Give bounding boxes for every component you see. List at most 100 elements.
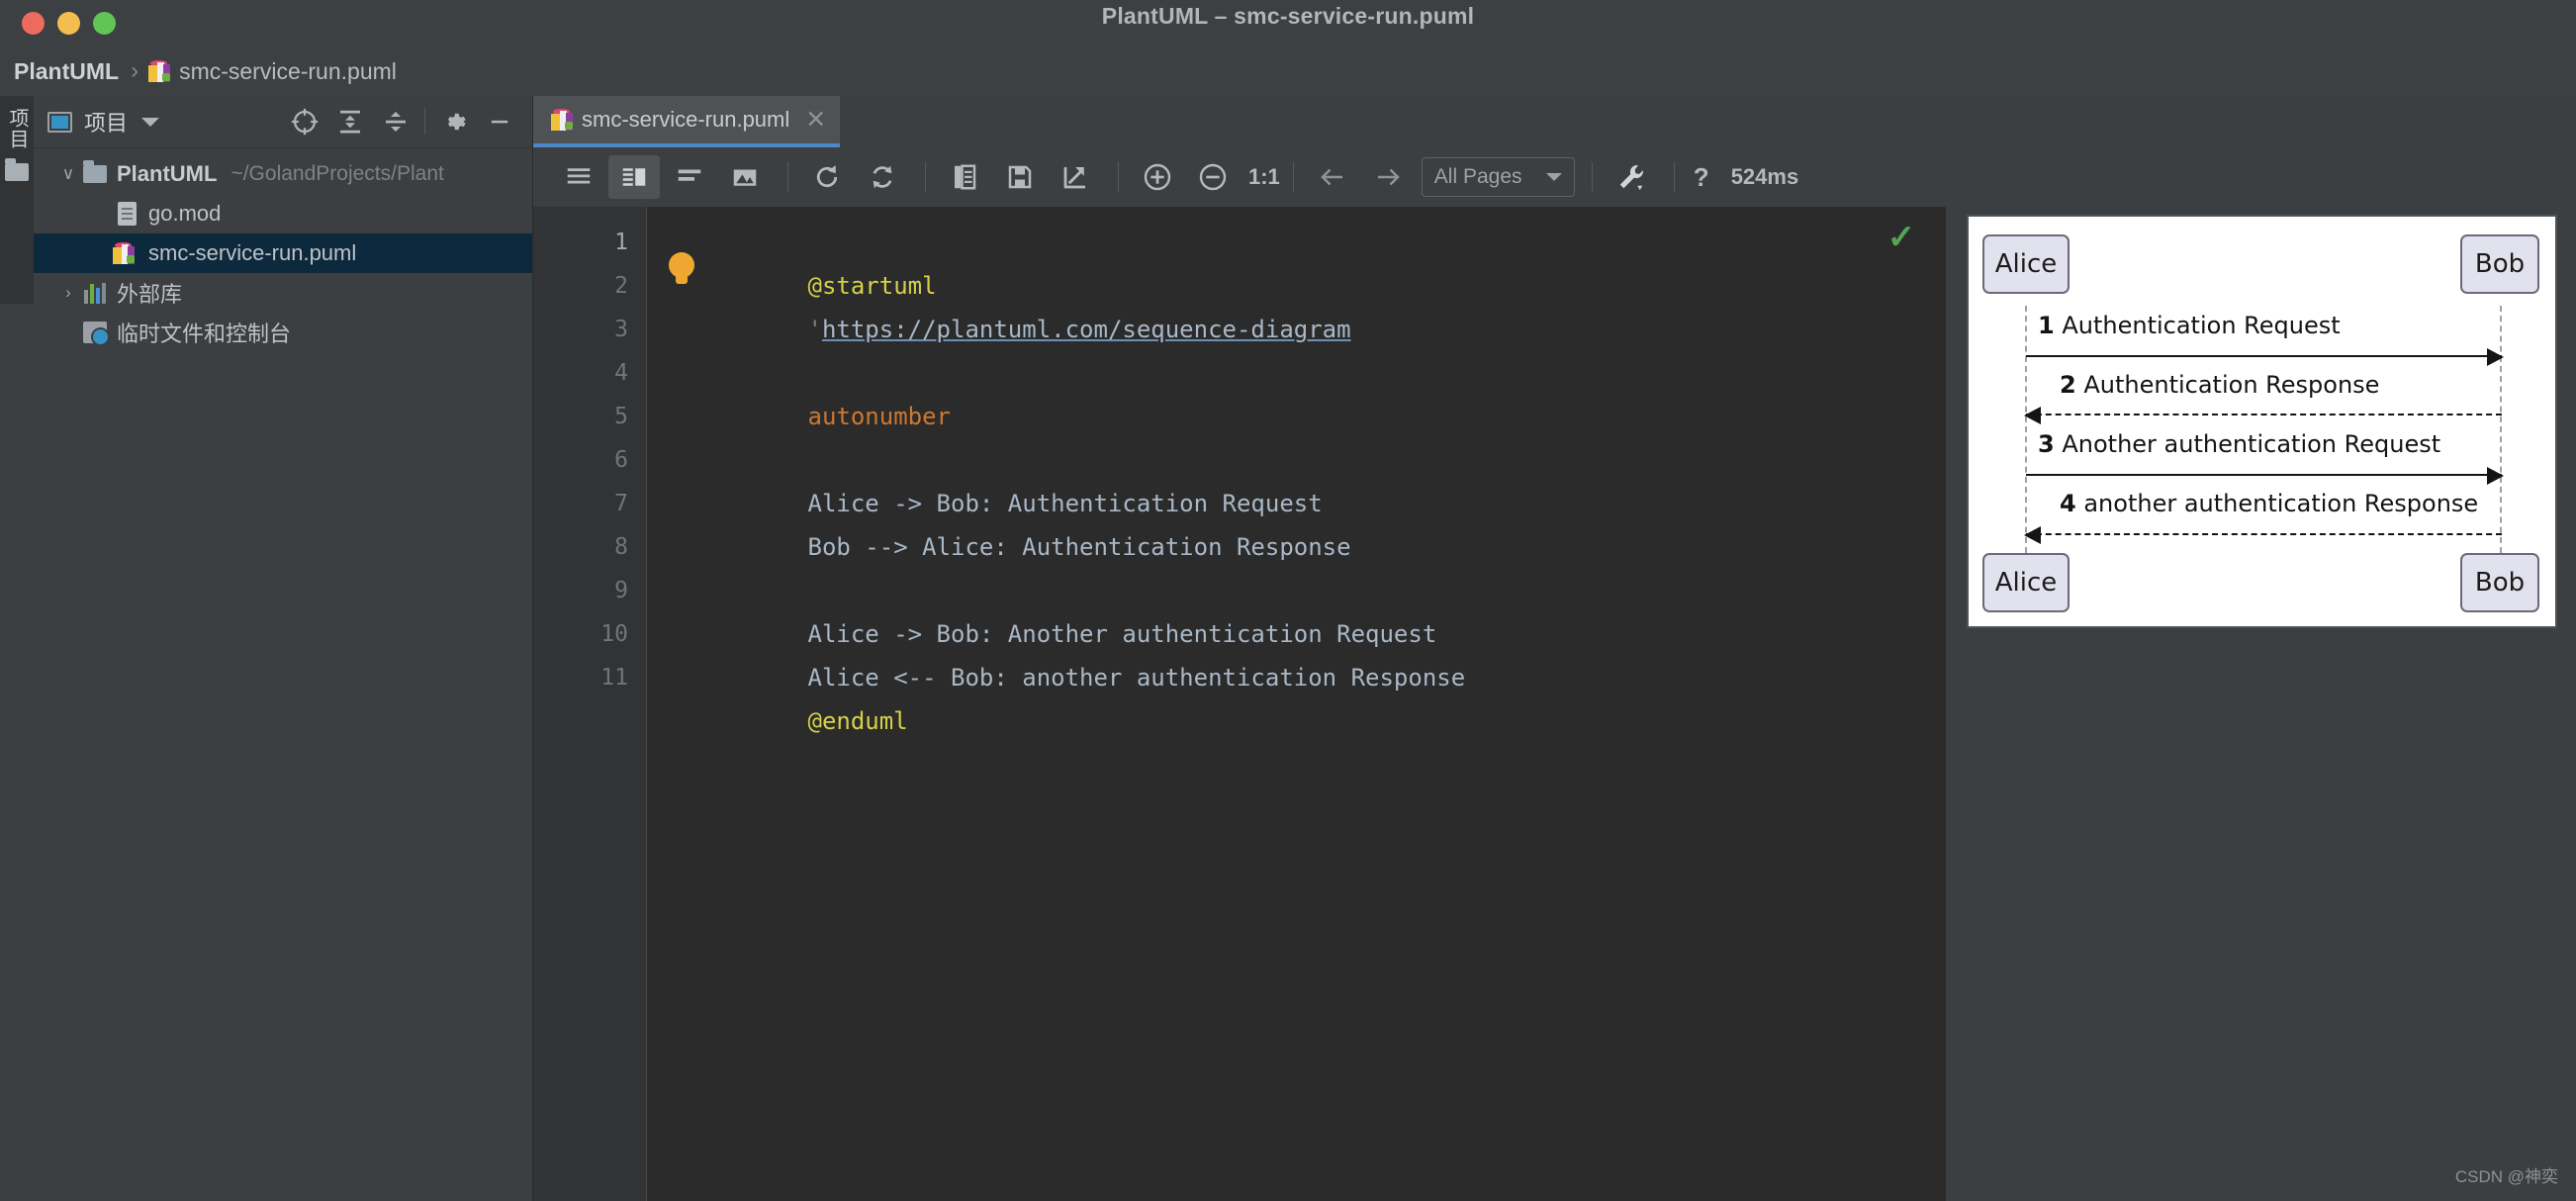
actor-label: Alice — [1994, 249, 2058, 279]
collapse-all-icon[interactable] — [373, 100, 418, 143]
chevron-expanded-icon[interactable]: ∨ — [55, 164, 81, 184]
line-number: 2 — [614, 273, 628, 299]
layout-source-icon[interactable] — [553, 155, 604, 199]
wrench-icon[interactable] — [1606, 155, 1657, 199]
code-line[interactable]: @startuml — [647, 221, 1946, 300]
message-label-1: 1 Authentication Request — [2038, 312, 2341, 339]
tree-row-smc-service-run-puml[interactable]: smc-service-run.puml — [34, 233, 532, 273]
breadcrumb-project[interactable]: PlantUML — [14, 58, 119, 85]
tree-row-scratches[interactable]: 临时文件和控制台 — [34, 313, 532, 352]
help-icon[interactable]: ? — [1694, 162, 1709, 193]
image-icon[interactable] — [719, 155, 771, 199]
actor-label: Alice — [1994, 568, 2058, 598]
code-token: @startuml — [807, 272, 937, 300]
toolbar-divider — [787, 162, 788, 192]
tree-label: 外部库 — [117, 282, 183, 307]
tree-row-go-mod[interactable]: go.mod — [34, 194, 532, 233]
message-arrow-4 — [2024, 526, 2502, 544]
line-number: 5 — [614, 404, 628, 429]
toolbar-divider — [1118, 162, 1119, 192]
arrow-left-icon[interactable] — [1307, 155, 1358, 199]
arrowhead-right-icon — [2487, 467, 2504, 485]
folder-icon — [81, 160, 109, 183]
arrow-right-icon[interactable] — [1362, 155, 1414, 199]
actor-alice-top[interactable]: Alice — [1982, 234, 2070, 294]
project-tool-window: 项目 ∨ PlantUML ~/GolandProjects/Plant go.… — [34, 96, 533, 1201]
layout-split-icon[interactable] — [608, 155, 660, 199]
refresh-icon[interactable] — [801, 155, 853, 199]
tree-label: PlantUML — [117, 161, 218, 186]
line-number: 10 — [600, 621, 628, 647]
toolbar-divider — [925, 162, 926, 192]
scratches-icon — [81, 322, 110, 346]
library-icon — [81, 282, 109, 304]
code-editor[interactable]: 1 2 3 4 5 6 7 8 9 10 11 @startuml 'https… — [533, 207, 1946, 1201]
tree-label: 临时文件和控制台 — [117, 322, 292, 346]
copy-icon[interactable] — [939, 155, 990, 199]
folder-icon[interactable] — [5, 158, 29, 181]
expand-all-icon[interactable] — [327, 100, 373, 143]
locate-icon[interactable] — [282, 100, 327, 143]
actor-bob-bottom[interactable]: Bob — [2460, 553, 2539, 612]
code-line[interactable]: Alice -> Bob: Authentication Request — [647, 438, 1946, 517]
open-external-icon[interactable] — [1050, 155, 1101, 199]
code-token: Alice -> Bob: Another authentication Req… — [807, 620, 1437, 648]
auto-refresh-icon[interactable] — [857, 155, 908, 199]
project-window-icon — [47, 111, 72, 133]
tab-smc-service-run-puml[interactable]: smc-service-run.puml ✕ — [533, 96, 841, 147]
go-mod-icon — [113, 202, 140, 226]
intention-bulb-icon[interactable] — [669, 252, 694, 284]
lifeline-bob — [2500, 306, 2502, 553]
zoom-in-icon[interactable] — [1132, 155, 1183, 199]
rail-project-stripe[interactable]: 项目 — [0, 96, 34, 304]
code-link[interactable]: https://plantuml.com/sequence-diagram — [822, 316, 1351, 343]
message-label-3: 3 Another authentication Request — [2038, 430, 2440, 458]
message-number: 2 — [2060, 371, 2076, 399]
rail-project-label: 项目 — [6, 108, 28, 149]
pages-select[interactable]: All Pages — [1421, 157, 1575, 197]
zoom-reset-button[interactable]: 1:1 — [1248, 164, 1280, 190]
line-number: 6 — [614, 447, 628, 473]
arrowhead-right-icon — [2487, 348, 2504, 366]
toolbar-divider — [1591, 162, 1593, 192]
line-number: 11 — [600, 665, 628, 691]
message-label-4: 4 another authentication Response — [2060, 490, 2478, 517]
zoom-out-icon[interactable] — [1187, 155, 1239, 199]
save-icon[interactable] — [994, 155, 1046, 199]
message-text: Another authentication Request — [2062, 430, 2441, 458]
close-icon[interactable]: ✕ — [805, 108, 826, 133]
code-token: Bob --> Alice: Authentication Response — [807, 533, 1351, 561]
layout-preview-icon[interactable] — [664, 155, 715, 199]
actor-bob-top[interactable]: Bob — [2460, 234, 2539, 294]
tree-label: smc-service-run.puml — [148, 240, 357, 265]
project-tree: ∨ PlantUML ~/GolandProjects/Plant go.mod… — [34, 148, 532, 352]
settings-gear-icon[interactable] — [431, 100, 477, 143]
tab-label: smc-service-run.puml — [582, 107, 790, 132]
code-line[interactable]: autonumber — [647, 351, 1946, 430]
message-arrow-1 — [2026, 348, 2504, 366]
code-line[interactable]: Alice -> Bob: Another authentication Req… — [647, 569, 1946, 648]
inspection-status-ok-icon[interactable]: ✓ — [1879, 215, 1924, 260]
chevron-down-icon[interactable] — [141, 117, 160, 127]
editor-tabbar: smc-service-run.puml ✕ — [533, 96, 1946, 147]
editor-area: smc-service-run.puml ✕ 1:1 All Pages ? 5… — [533, 96, 1946, 1201]
code-text-area[interactable]: @startuml 'https://plantuml.com/sequence… — [647, 207, 1946, 1201]
line-number: 7 — [614, 491, 628, 516]
tree-row-plantuml[interactable]: ∨ PlantUML ~/GolandProjects/Plant — [34, 154, 532, 194]
puml-icon — [113, 241, 140, 265]
breadcrumb-file[interactable]: smc-service-run.puml — [179, 58, 397, 85]
sequence-diagram[interactable]: Alice Bob 1 Authentication Request 2 Aut… — [1967, 215, 2557, 628]
tree-row-external-libraries[interactable]: › 外部库 — [34, 273, 532, 313]
pages-select-value: All Pages — [1433, 165, 1522, 188]
project-panel-header: 项目 — [34, 96, 532, 148]
breadcrumb-separator: › — [131, 57, 139, 84]
code-token: @enduml — [807, 707, 908, 735]
code-token: Alice -> Bob: Authentication Request — [807, 490, 1323, 517]
lifeline-alice — [2025, 306, 2027, 553]
chevron-collapsed-icon[interactable]: › — [55, 283, 81, 303]
actor-alice-bottom[interactable]: Alice — [1982, 553, 2070, 612]
hide-tool-window-icon[interactable] — [477, 100, 522, 143]
message-text: Authentication Response — [2083, 371, 2380, 399]
plantuml-preview-pane: Alice Bob 1 Authentication Request 2 Aut… — [1946, 96, 2576, 1201]
tree-label: go.mod — [148, 201, 222, 226]
